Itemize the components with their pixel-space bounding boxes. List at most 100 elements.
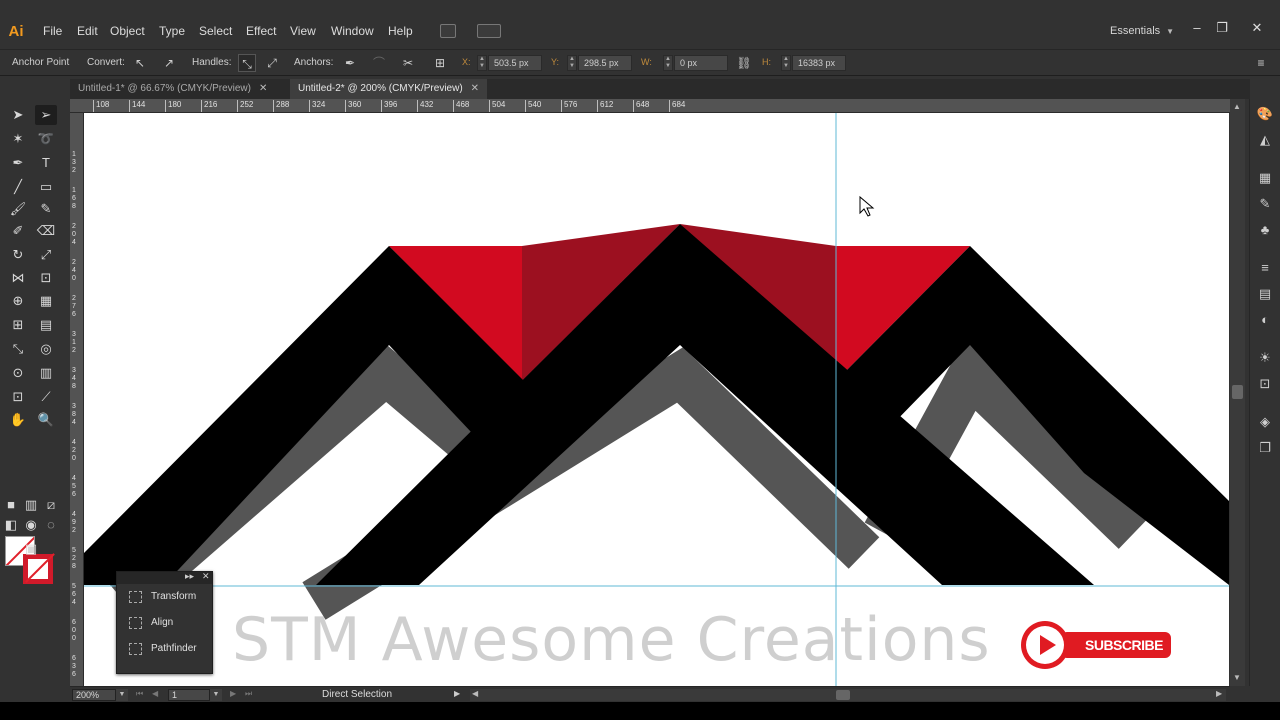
panel-menu-icon[interactable]: ≡ (1252, 54, 1270, 72)
color-mode-icon[interactable]: ■ (4, 495, 18, 515)
logo-artwork[interactable] (84, 113, 1229, 686)
slice-tool-icon[interactable]: ⟋ (35, 387, 57, 407)
panel-header[interactable]: ▸▸ ✕ (117, 571, 212, 584)
tab-untitled-2[interactable]: Untitled-2* @ 200% (CMYK/Preview) ✕ (290, 79, 488, 99)
close-icon[interactable]: ✕ (202, 571, 210, 582)
scale-tool-icon[interactable]: ⤢ (35, 245, 57, 265)
eyedropper-tool-icon[interactable]: ⤡ (7, 339, 29, 359)
rotate-tool-icon[interactable]: ↻ (7, 245, 29, 265)
symbol-sprayer-tool-icon[interactable]: ⊙ (7, 363, 29, 383)
color-panel-icon[interactable]: 🎨 (1256, 105, 1274, 123)
hand-tool-icon[interactable]: ✋ (7, 410, 29, 430)
layers-icon[interactable]: ◈ (1256, 413, 1274, 431)
draw-normal-icon[interactable]: ◧ (4, 515, 18, 535)
color-guide-icon[interactable]: ◭ (1256, 131, 1274, 149)
scroll-down-icon[interactable]: ▼ (1233, 673, 1241, 682)
workspace-switcher[interactable]: Essentials ▼ (1110, 25, 1174, 37)
artboards-icon[interactable]: ❐ (1256, 439, 1274, 457)
swatches-icon[interactable]: ▦ (1256, 169, 1274, 187)
scroll-right-icon[interactable]: ▶ (1216, 689, 1222, 698)
artboard-number-field[interactable]: 1 (168, 689, 210, 701)
draw-behind-icon[interactable]: ◉ (24, 515, 38, 535)
magic-wand-tool-icon[interactable]: ✶ (7, 129, 29, 149)
show-handles-icon[interactable]: ⤡ (238, 54, 256, 72)
close-icon[interactable]: ✕ (259, 83, 267, 94)
stroke-icon[interactable]: ≡ (1256, 259, 1274, 277)
menu-help[interactable]: Help (388, 24, 413, 38)
transparency-icon[interactable]: ◐ (1256, 311, 1274, 329)
pen-tool-icon[interactable]: ✒ (7, 153, 29, 173)
bridge-icon[interactable] (440, 24, 456, 38)
y-stepper[interactable]: ▲ ▼ (567, 55, 577, 71)
zoom-tool-icon[interactable]: 🔍 (35, 410, 57, 430)
cut-path-icon[interactable]: ✂ (399, 54, 417, 72)
horizontal-scrollbar[interactable]: ◀ ▶ (470, 689, 1226, 701)
pencil-tool-icon[interactable]: ✎ (35, 199, 57, 219)
chevron-down-icon[interactable]: ▼ (210, 689, 222, 701)
selection-tool-icon[interactable]: ➤ (7, 105, 29, 125)
chevron-down-icon[interactable]: ▼ (116, 689, 128, 701)
scroll-thumb[interactable] (836, 690, 850, 700)
hide-handles-icon[interactable]: ⤢ (263, 54, 281, 72)
mesh-tool-icon[interactable]: ⊞ (7, 315, 29, 335)
free-transform-tool-icon[interactable]: ⊡ (35, 268, 57, 288)
scroll-thumb[interactable] (1232, 385, 1243, 399)
vertical-ruler[interactable]: 1 3 2 1 6 8 2 0 4 2 4 0 2 7 6 3 1 2 3 4 8 3 8 4… (70, 113, 84, 686)
menu-type[interactable]: Type (159, 24, 185, 38)
convert-corner-icon[interactable]: ↖ (131, 54, 149, 72)
menu-select[interactable]: Select (199, 24, 232, 38)
eraser-tool-icon[interactable]: ⌫ (35, 221, 57, 241)
close-icon[interactable]: ✕ (471, 83, 479, 94)
arrange-documents-icon[interactable] (477, 24, 501, 38)
w-stepper[interactable]: ▲ ▼ (663, 55, 673, 71)
subscribe-badge[interactable]: SUBSCRIBE (1021, 621, 1171, 669)
screen-mode-icon[interactable]: ▣ (20, 539, 42, 559)
artboard-tool-icon[interactable]: ⊡ (7, 387, 29, 407)
x-field[interactable]: 503.5 px (488, 55, 542, 71)
menu-file[interactable]: File (43, 24, 62, 38)
minimize-button[interactable]: – (1188, 19, 1206, 37)
gradient-tool-icon[interactable]: ▤ (35, 315, 57, 335)
y-field[interactable]: 298.5 px (578, 55, 632, 71)
blob-brush-tool-icon[interactable]: ✐ (7, 221, 29, 241)
rectangle-tool-icon[interactable]: ▭ (35, 177, 57, 197)
scroll-up-icon[interactable]: ▲ (1233, 102, 1241, 111)
shape-builder-tool-icon[interactable]: ⊕ (7, 291, 29, 311)
blend-tool-icon[interactable]: ◎ (35, 339, 57, 359)
appearance-icon[interactable]: ☀ (1256, 349, 1274, 367)
column-graph-tool-icon[interactable]: ▥ (35, 363, 57, 383)
h-stepper[interactable]: ▲ ▼ (781, 55, 791, 71)
panel-item-pathfinder[interactable]: Pathfinder (117, 636, 212, 662)
vertical-scrollbar[interactable]: ▲ ▼ (1230, 99, 1245, 686)
brushes-icon[interactable]: ✎ (1256, 195, 1274, 213)
width-tool-icon[interactable]: ⋈ (7, 268, 29, 288)
symbols-icon[interactable]: ♣ (1256, 221, 1274, 239)
panel-item-align[interactable]: Align (117, 610, 212, 636)
convert-smooth-icon[interactable]: ↗ (160, 54, 178, 72)
connect-anchor-icon[interactable]: ⌒ (370, 54, 388, 72)
anchor-grid-icon[interactable]: ⊞ (431, 54, 449, 72)
draw-inside-icon[interactable]: ◌ (44, 515, 58, 535)
scroll-left-icon[interactable]: ◀ (472, 689, 478, 698)
menu-effect[interactable]: Effect (246, 24, 276, 38)
menu-window[interactable]: Window (331, 24, 374, 38)
restore-button[interactable]: ❐ (1213, 19, 1231, 37)
line-tool-icon[interactable]: ╱ (7, 177, 29, 197)
constrain-link-icon[interactable]: ⛓ (735, 54, 753, 72)
current-tool-status[interactable]: Direct Selection (322, 689, 392, 700)
gradient-icon[interactable]: ▤ (1256, 285, 1274, 303)
panel-item-transform[interactable]: Transform (117, 584, 212, 610)
none-mode-icon[interactable]: ⧄ (44, 495, 58, 515)
remove-anchor-icon[interactable]: ✒ (341, 54, 359, 72)
horizontal-ruler[interactable]: 108 144 180 216 252 288 324 360 396 432 468 504 540 5… (70, 99, 1230, 113)
perspective-grid-tool-icon[interactable]: ▦ (35, 291, 57, 311)
lasso-tool-icon[interactable]: ➰ (35, 129, 57, 149)
gradient-mode-icon[interactable]: ▥ (24, 495, 38, 515)
direct-selection-tool-icon[interactable]: ➢ (35, 105, 57, 125)
type-tool-icon[interactable]: T (35, 153, 57, 173)
menu-object[interactable]: Object (110, 24, 145, 38)
next-artboard-icon[interactable]: ▶ (230, 689, 236, 698)
zoom-level-field[interactable]: 200% (72, 689, 116, 701)
collapse-panel-icon[interactable]: ▸▸ (185, 571, 194, 582)
last-artboard-icon[interactable]: ⏭ (245, 689, 252, 699)
